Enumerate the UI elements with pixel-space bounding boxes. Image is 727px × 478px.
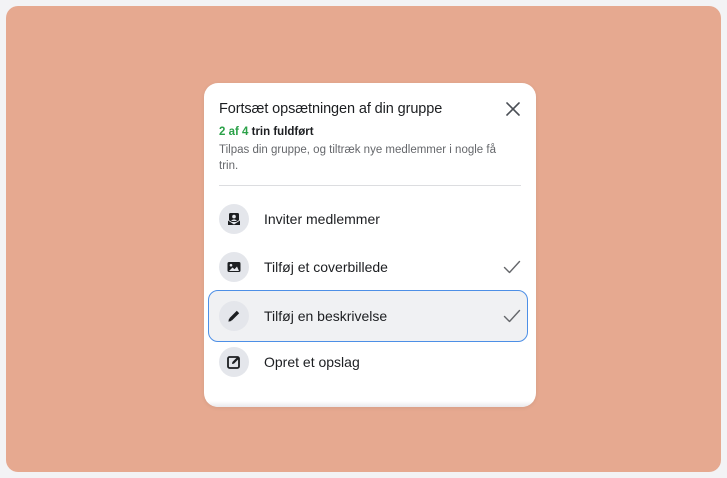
panel-subtitle: Tilpas din gruppe, og tiltræk nye medlem… [219,144,496,172]
invite-icon [219,204,249,234]
checkmark-icon [503,260,521,274]
panel-header: Fortsæt opsætningen af din gruppe 2 af 4… [219,99,521,174]
checkmark-icon [503,309,521,323]
progress-suffix: trin fuldført [248,126,314,138]
close-icon[interactable] [503,99,523,119]
step-add-description[interactable]: Tilføj en beskrivelse [208,290,528,342]
step-label: Opret et opslag [264,354,360,370]
edit-post-icon [219,347,249,377]
pencil-icon [219,301,249,331]
step-invite-members[interactable]: Inviter medlemmer [208,196,528,242]
step-label: Inviter medlemmer [264,211,380,227]
progress-text: 2 af 4 trin fuldført [219,124,521,140]
progress-count: 2 af 4 [219,126,249,138]
panel-title: Fortsæt opsætningen af din gruppe [219,101,443,117]
step-add-cover-photo[interactable]: Tilføj et coverbillede [208,244,528,290]
step-label: Tilføj et coverbillede [264,259,388,275]
step-create-post[interactable]: Opret et opslag [208,339,528,385]
divider [219,185,521,186]
step-label: Tilføj en beskrivelse [264,308,388,324]
image-icon [219,252,249,282]
panel-bottom-edge [204,401,536,407]
setup-panel: Fortsæt opsætningen af din gruppe 2 af 4… [204,83,536,407]
